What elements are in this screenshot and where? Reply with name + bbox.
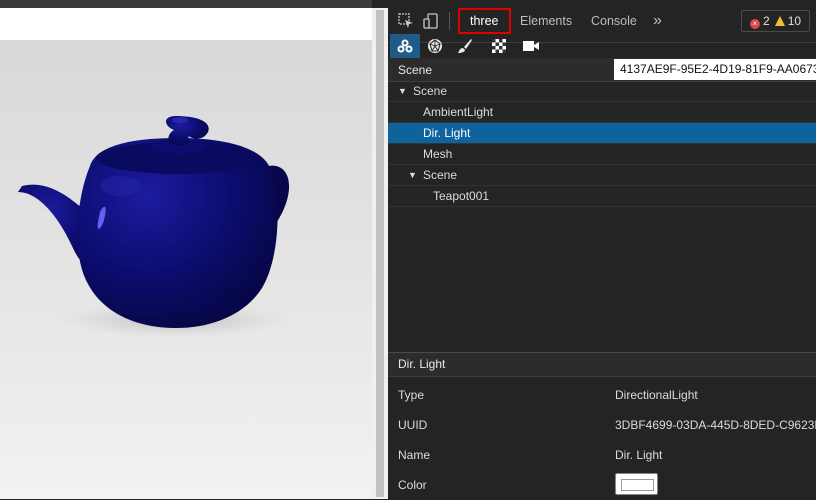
more-tabs-button[interactable]: » <box>653 8 662 34</box>
property-value: DirectionalLight <box>615 388 698 402</box>
property-value: Dir. Light <box>615 448 663 462</box>
warning-count: 10 <box>787 14 802 28</box>
property-value: 3DBF4699-03DA-445D-8DED-C9623B <box>615 418 816 432</box>
color-swatch[interactable] <box>615 473 658 495</box>
tab-console[interactable]: Console <box>591 8 637 34</box>
issues-badge[interactable]: × 2 10 <box>741 10 811 32</box>
scene-tree: ▼ Scene AmbientLight Dir. Light Mesh ▼ S… <box>388 81 816 207</box>
tree-item-label: AmbientLight <box>423 105 494 119</box>
warning-icon <box>774 16 785 26</box>
tab-elements[interactable]: Elements <box>520 8 572 34</box>
property-row-uuid: UUID 3DBF4699-03DA-445D-8DED-C9623B <box>388 410 816 440</box>
texture-icon[interactable] <box>484 34 514 58</box>
device-toggle-icon[interactable] <box>423 13 439 29</box>
viewport-scrollbar[interactable] <box>372 8 388 499</box>
3d-viewport[interactable] <box>0 8 372 499</box>
geometry-icon[interactable] <box>420 34 450 58</box>
tree-item-dir-light[interactable]: Dir. Light <box>388 123 816 144</box>
expand-caret-icon[interactable]: ▼ <box>398 81 407 101</box>
tab-three[interactable]: three <box>458 8 511 34</box>
property-row-type: Type DirectionalLight <box>388 380 816 410</box>
property-key: UUID <box>398 418 428 432</box>
properties-panel: Dir. Light Type DirectionalLight UUID 3D… <box>388 352 816 500</box>
toolbar-separator <box>449 12 450 30</box>
tree-item-ambientlight[interactable]: AmbientLight <box>388 102 816 123</box>
material-icon[interactable] <box>450 34 480 58</box>
tree-item-label: Mesh <box>423 147 453 161</box>
expand-caret-icon[interactable]: ▼ <box>408 165 417 185</box>
camera-icon[interactable] <box>516 34 546 58</box>
three-inspector-toolbar <box>388 34 816 58</box>
tree-item-label: Scene <box>413 84 448 98</box>
tree-item-mesh[interactable]: Mesh <box>388 144 816 165</box>
tree-item-scene[interactable]: ▼ Scene <box>388 81 816 102</box>
property-row-color: Color <box>388 470 816 500</box>
scrollbar-thumb[interactable] <box>376 10 384 497</box>
devtools-panel: three Elements Console » × 2 10 Scene 4137… <box>388 0 816 499</box>
error-icon: × <box>750 19 760 29</box>
tree-item-nested-scene[interactable]: ▼ Scene <box>388 165 816 186</box>
tree-item-label: Dir. Light <box>423 126 471 140</box>
property-row-name: Name Dir. Light <box>388 440 816 470</box>
properties-header: Dir. Light <box>388 353 816 377</box>
scene-header: Scene 4137AE9F-95E2-4D19-81F9-AA06734 <box>388 58 816 82</box>
tree-item-label: Scene <box>423 168 458 182</box>
error-count: 2 <box>763 14 770 28</box>
tree-item-label: Teapot001 <box>433 189 490 203</box>
inspect-element-icon[interactable] <box>398 13 414 29</box>
scene-uuid-field[interactable]: 4137AE9F-95E2-4D19-81F9-AA06734 <box>614 59 816 80</box>
teapot-render <box>18 116 290 338</box>
tree-item-teapot001[interactable]: Teapot001 <box>388 186 816 207</box>
scene-header-label: Scene <box>398 63 433 77</box>
window-top-strip <box>0 0 372 8</box>
property-key: Type <box>398 388 425 402</box>
property-key: Color <box>398 478 427 492</box>
color-swatch-fill <box>621 479 654 491</box>
scene-icon[interactable] <box>390 34 420 58</box>
property-key: Name <box>398 448 431 462</box>
